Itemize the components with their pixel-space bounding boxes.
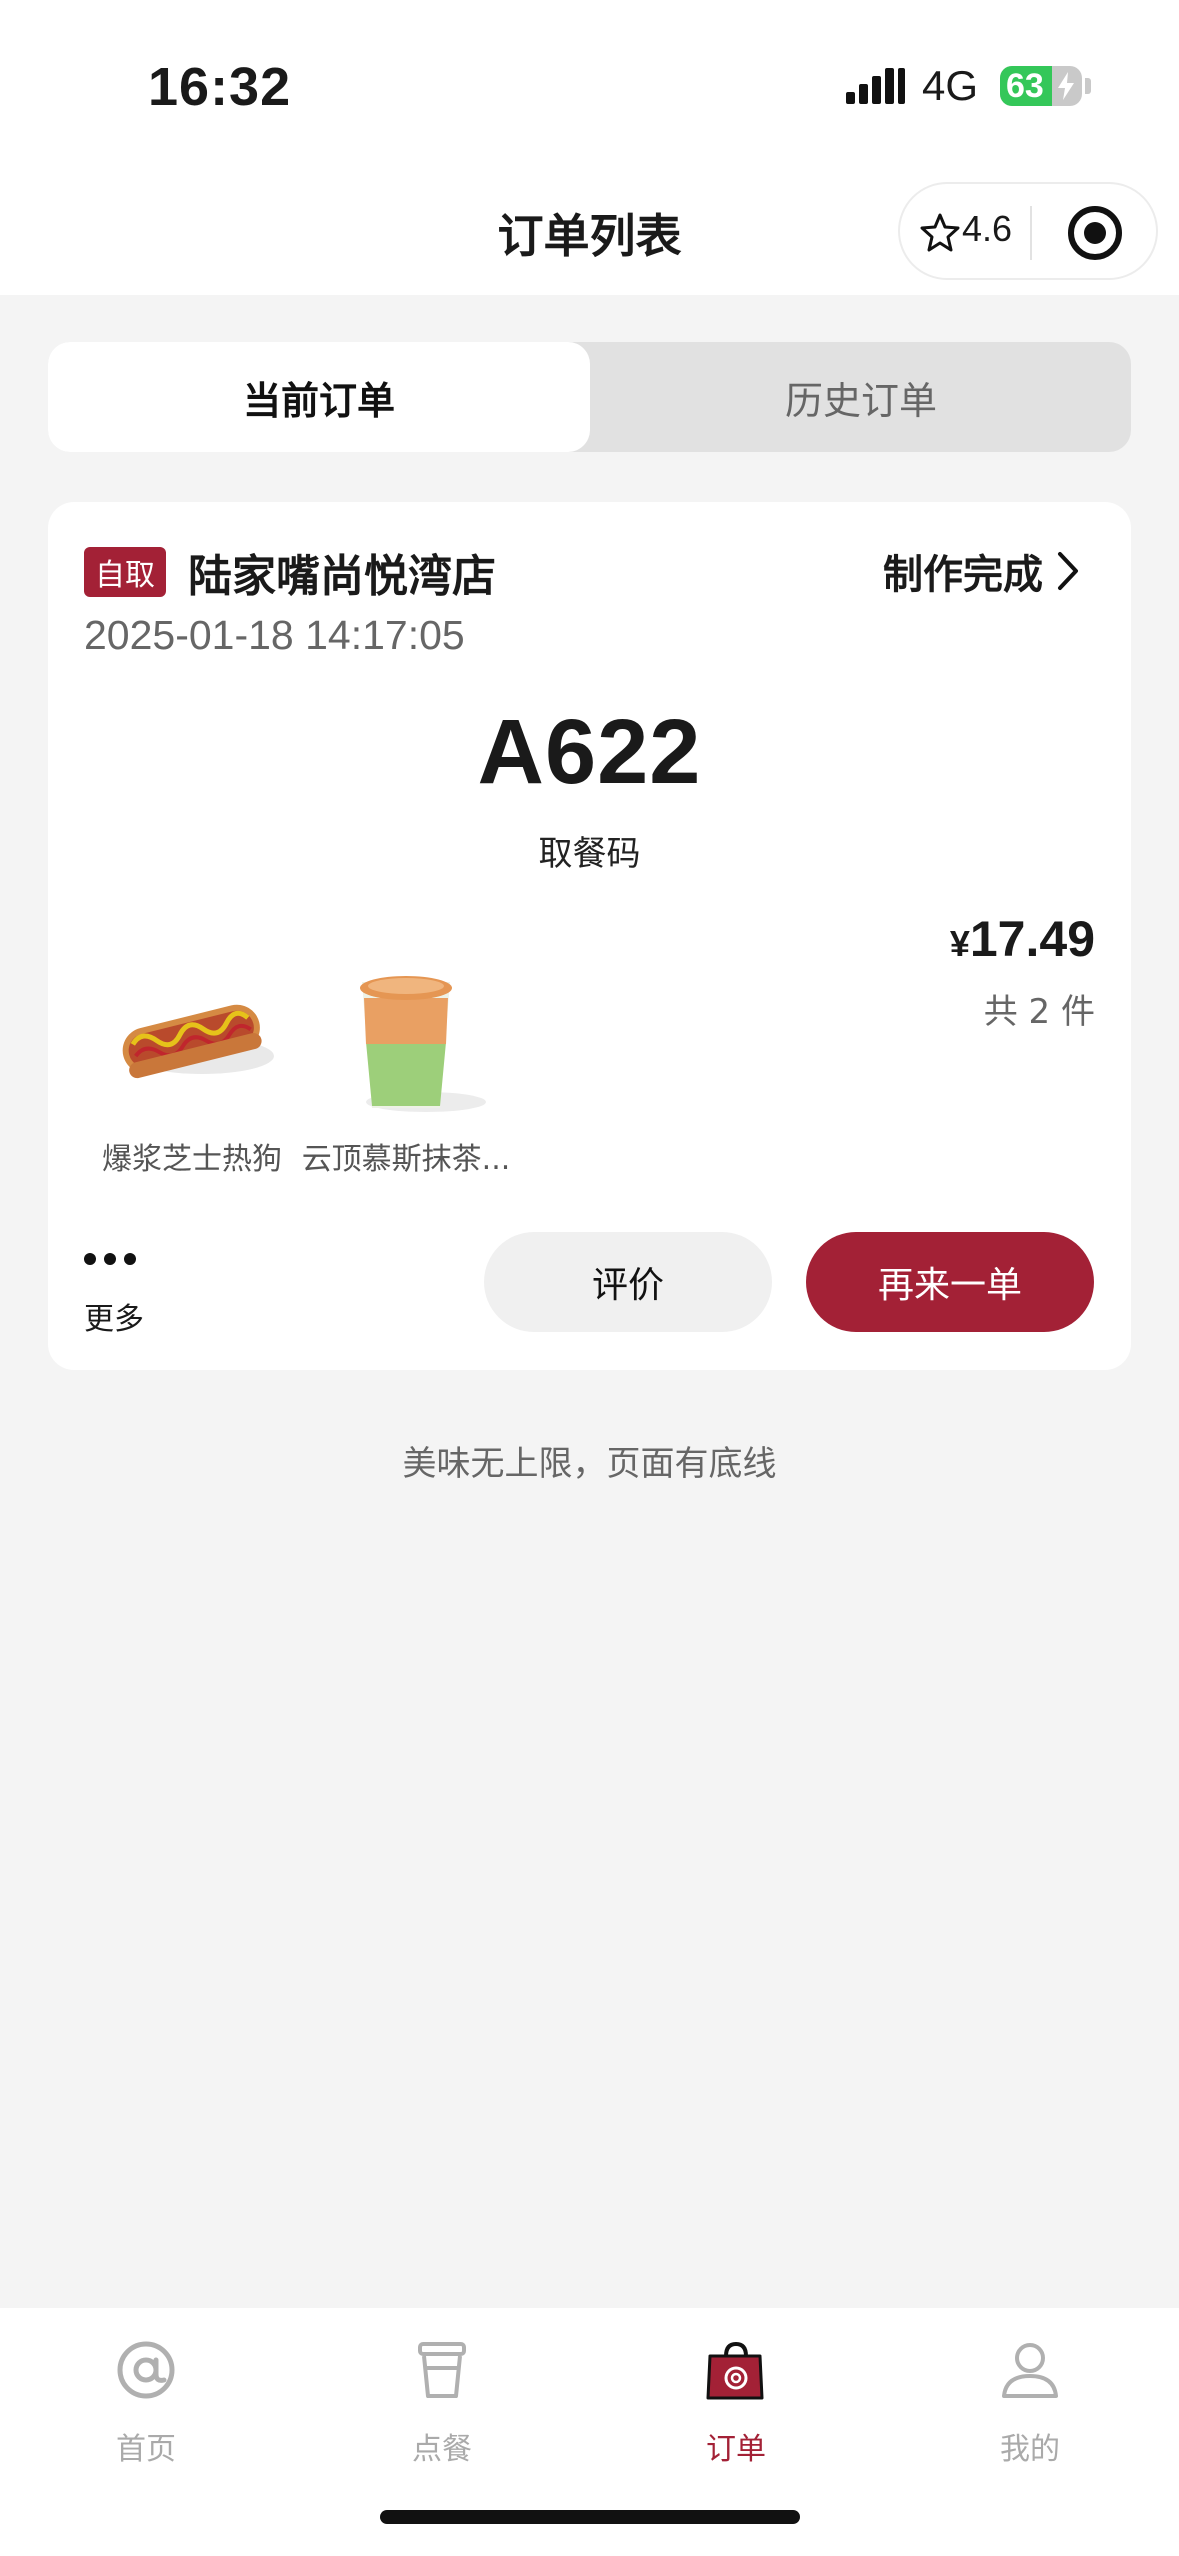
list-item[interactable]: 云顶慕斯抹茶... [296,952,516,1182]
review-button[interactable]: 评价 [484,1232,772,1332]
hotdog-image [122,1004,274,1079]
rating-value[interactable]: 4.6 [962,208,1012,250]
signal-icon [846,68,905,104]
network-type: 4G [922,62,979,109]
person-icon[interactable] [998,2338,1062,2402]
list-item[interactable]: 爆浆芝士热狗 [82,952,302,1182]
tabbar-label-menu[interactable]: 点餐 [352,2424,532,2468]
battery-icon: 63 [1000,66,1082,106]
product-name: 爆浆芝士热狗 [102,1142,282,1177]
footer-note: 美味无上限，页面有底线 [402,1444,777,1484]
tabbar-label-home[interactable]: 首页 [56,2424,236,2468]
tabbar-item-mine[interactable]: 我的 [940,2328,1120,2468]
currency-symbol: ¥ [949,923,970,964]
store-name: 陆家嘴尚悦湾店 [188,551,496,602]
matcha-drink-image [360,976,486,1112]
status-time: 16:32 [148,57,292,117]
reorder-button[interactable]: 再来一单 [806,1232,1094,1332]
chevron-right-icon[interactable] [1055,550,1081,592]
status-bar: 16:32 4G 63 [0,0,1179,170]
star-icon[interactable] [920,212,960,252]
order-card[interactable]: 自取 陆家嘴尚悦湾店 制作完成 2025-01-18 14:17:05 A622… [48,502,1131,1370]
pickup-type-badge: 自取 [84,547,166,597]
bag-icon[interactable] [704,2338,768,2402]
order-status[interactable]: 制作完成 [883,542,1043,600]
home-indicator [380,2510,800,2524]
tab-history-orders[interactable]: 历史订单 [590,342,1132,452]
close-target-icon[interactable] [1068,206,1122,260]
more-icon[interactable] [84,1250,144,1270]
battery-cap [1085,78,1091,94]
charging-bolt-icon [1058,72,1074,100]
mini-program-capsule[interactable]: 4.6 [898,182,1158,280]
battery-level: 63 [1006,67,1044,105]
item-count: 共 2 件 [983,992,1095,1032]
order-price: ¥17.49 [950,910,1095,968]
price-value: 17.49 [969,911,1095,967]
tab-current-orders[interactable]: 当前订单 [48,342,590,452]
tabbar-item-menu[interactable]: 点餐 [352,2328,532,2468]
pickup-code-label: 取餐码 [538,834,641,874]
at-icon[interactable] [114,2338,178,2402]
capsule-divider [1030,206,1032,260]
order-tabs: 当前订单 历史订单 [48,342,1131,452]
cup-icon[interactable] [410,2338,474,2402]
product-name: 云顶慕斯抹茶... [301,1142,511,1177]
pickup-code: A622 [477,701,702,803]
nav-bar: 订单列表 4.6 [0,170,1179,295]
tabbar-item-home[interactable]: 首页 [56,2328,236,2468]
order-datetime: 2025-01-18 14:17:05 [84,612,465,658]
more-label[interactable]: 更多 [84,1294,144,1338]
tabbar-label-mine[interactable]: 我的 [940,2424,1120,2468]
tabbar-label-orders[interactable]: 订单 [646,2424,826,2468]
tabbar-item-orders[interactable]: 订单 [646,2328,826,2468]
